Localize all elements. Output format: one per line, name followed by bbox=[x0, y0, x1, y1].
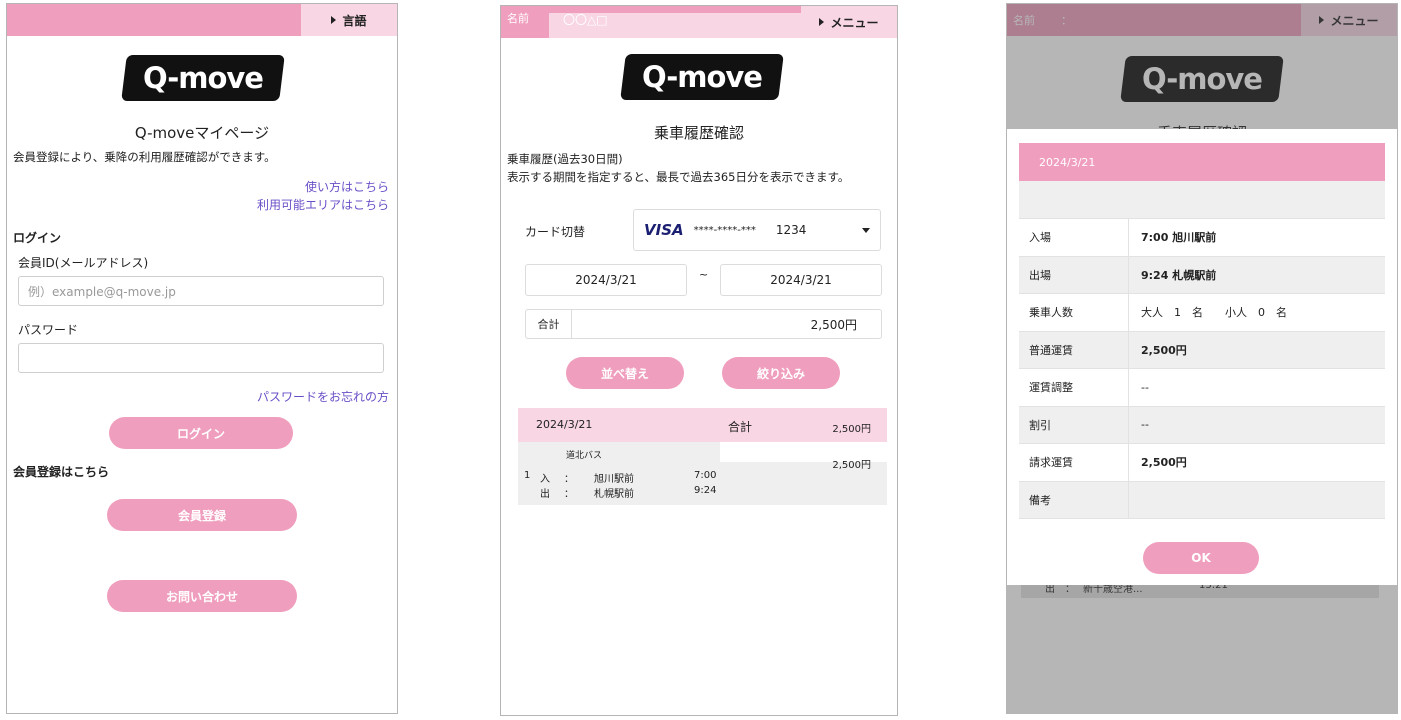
history-sum-label: 合計 bbox=[728, 420, 753, 434]
ride-detail-modal: 2024/3/21 入場 7:00 旭川駅前 出場 9:24 札幌駅前 乗車人数… bbox=[1007, 129, 1397, 585]
detail-row-fare-adjustment: 運賃調整 -- bbox=[1019, 369, 1385, 407]
detail-row-regular-fare: 普通運賃 2,500円 bbox=[1019, 331, 1385, 369]
card-switch-label: カード切替 bbox=[525, 225, 586, 239]
card-last4: 1234 bbox=[775, 223, 807, 237]
history-sum-value: 2,500円 bbox=[832, 424, 871, 435]
period-description: 表示する期間を指定すると、最長で過去365日分を表示できます。 bbox=[507, 170, 850, 184]
history-date-header[interactable]: 2024/3/21 合計 2,500円 bbox=[518, 408, 887, 442]
top-bar: 言語 bbox=[7, 4, 397, 36]
detail-row-discount: 割引 -- bbox=[1019, 406, 1385, 444]
modal-empty-row bbox=[1019, 181, 1385, 219]
filter-button[interactable]: 絞り込み bbox=[722, 357, 840, 389]
detail-row-passengers: 乗車人数 大人 1 名 小人 0 名 bbox=[1019, 294, 1385, 332]
detail-row-entry: 入場 7:00 旭川駅前 bbox=[1019, 219, 1385, 257]
entry-label: 入 bbox=[540, 474, 550, 485]
total-field: 合計 2,500円 bbox=[525, 309, 882, 339]
ride-history-screen: 名前 〇〇△□ メニュー Q-move 乗車履歴確認 乗車履歴(過去30日間) … bbox=[500, 5, 898, 716]
login-heading: ログイン bbox=[13, 231, 62, 245]
detail-row-remarks: 備考 bbox=[1019, 481, 1385, 519]
q-move-logo: Q-move bbox=[121, 55, 285, 101]
date-from-field[interactable]: 2024/3/21 bbox=[525, 264, 687, 296]
name-label: 名前 bbox=[507, 12, 529, 25]
exit-station: 札幌駅前 bbox=[594, 489, 634, 500]
visa-logo: VISA bbox=[644, 221, 684, 239]
member-id-label: 会員ID(メールアドレス) bbox=[18, 256, 149, 270]
date-to-field[interactable]: 2024/3/21 bbox=[720, 264, 882, 296]
triangle-right-icon bbox=[331, 16, 337, 24]
history-fare: 2,500円 bbox=[832, 460, 871, 471]
total-label: 合計 bbox=[526, 310, 572, 338]
history-item[interactable]: 道北バス 2,500円 1 入 ： 旭川駅前 7:00 出 ： 札幌駅前 9:2… bbox=[518, 442, 887, 505]
card-select[interactable]: VISA ****-****-*** 1234 bbox=[633, 209, 881, 251]
howto-link[interactable]: 使い方はこちら bbox=[305, 178, 389, 195]
history-date: 2024/3/21 bbox=[536, 418, 593, 431]
entry-station: 旭川駅前 bbox=[594, 474, 634, 485]
ok-button[interactable]: OK bbox=[1143, 542, 1259, 574]
triangle-right-icon bbox=[819, 18, 825, 26]
name-value: 〇〇△□ bbox=[549, 13, 805, 38]
password-input[interactable] bbox=[18, 343, 384, 373]
entry-time: 7:00 bbox=[694, 470, 717, 481]
exit-label: 出 bbox=[540, 489, 550, 500]
password-label: パスワード bbox=[18, 323, 79, 337]
forgot-password-link[interactable]: パスワードをお忘れの方 bbox=[257, 388, 389, 405]
language-button[interactable]: 言語 bbox=[301, 4, 397, 36]
history-index: 1 bbox=[524, 470, 531, 481]
total-value: 2,500円 bbox=[810, 317, 857, 332]
register-button[interactable]: 会員登録 bbox=[107, 499, 297, 531]
menu-button[interactable]: メニュー bbox=[801, 6, 897, 38]
page-title: 乗車履歴確認 bbox=[653, 124, 744, 142]
modal-date-header: 2024/3/21 bbox=[1019, 143, 1385, 181]
ride-detail-screen: 名前 ： メニュー Q-move 乗車履歴確認 出 ： 新千歳空港... 13:… bbox=[1006, 3, 1398, 714]
card-masked-number: ****-****-*** bbox=[693, 224, 756, 236]
detail-table: 2024/3/21 入場 7:00 旭川駅前 出場 9:24 札幌駅前 乗車人数… bbox=[1019, 143, 1385, 519]
date-range-tilde: ~ bbox=[699, 268, 709, 281]
operator-name: 道北バス bbox=[566, 451, 603, 461]
q-move-logo: Q-move bbox=[620, 54, 784, 100]
detail-row-exit: 出場 9:24 札幌駅前 bbox=[1019, 256, 1385, 294]
history-description: 乗車履歴(過去30日間) bbox=[507, 152, 623, 166]
page-description: 会員登録により、乗降の利用履歴確認ができます。 bbox=[13, 150, 276, 164]
detail-row-billed-fare: 請求運賃 2,500円 bbox=[1019, 444, 1385, 482]
page-title: Q-moveマイページ bbox=[134, 124, 270, 142]
contact-button[interactable]: お問い合わせ bbox=[107, 580, 297, 612]
top-bar: 名前 〇〇△□ メニュー bbox=[501, 6, 897, 38]
exit-colon: ： bbox=[564, 489, 574, 500]
chevron-down-icon bbox=[862, 228, 870, 233]
sort-button[interactable]: 並べ替え bbox=[566, 357, 684, 389]
exit-time: 9:24 bbox=[694, 485, 717, 496]
area-link[interactable]: 利用可能エリアはこちら bbox=[257, 196, 389, 213]
member-id-input[interactable]: 例）example@q-move.jp bbox=[18, 276, 384, 306]
login-screen: 言語 Q-move Q-moveマイページ 会員登録により、乗降の利用履歴確認が… bbox=[6, 3, 398, 714]
login-button[interactable]: ログイン bbox=[109, 417, 293, 449]
entry-colon: ： bbox=[564, 474, 574, 485]
register-heading: 会員登録はこちら bbox=[13, 465, 110, 479]
